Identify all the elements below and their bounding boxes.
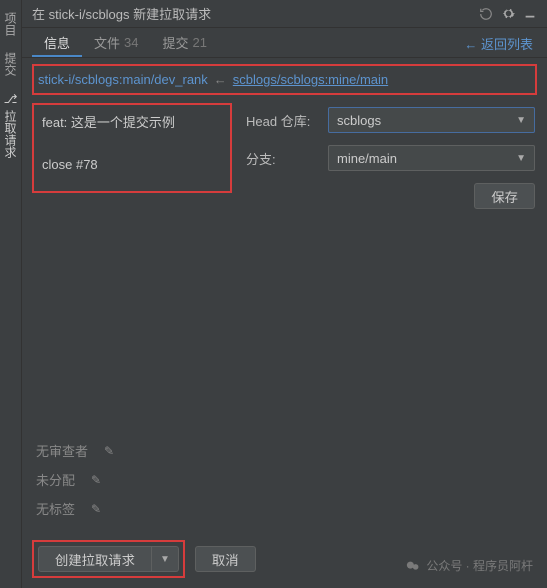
branches-box: stick-i/scblogs:main/dev_rank ← scblogs/…	[32, 64, 537, 95]
tab-count: 21	[193, 35, 207, 50]
gear-icon[interactable]	[497, 3, 519, 25]
save-button[interactable]: 保存	[474, 183, 535, 209]
create-split-button: 创建拉取请求 ▼	[38, 546, 179, 572]
meta-section: 无审查者 ✎ 未分配 ✎ 无标签 ✎	[36, 441, 114, 528]
head-form: Head 仓库: scblogs ▼ 分支: mine/main ▼ 保存	[244, 103, 537, 213]
create-pr-button[interactable]: 创建拉取请求	[38, 546, 152, 572]
panel-title: 在 stick-i/scblogs 新建拉取请求	[28, 4, 475, 23]
source-branch-link[interactable]: scblogs/scblogs:mine/main	[233, 72, 388, 87]
chevron-down-icon: ▼	[160, 554, 170, 565]
tab-count: 34	[124, 35, 138, 50]
reviewers-label: 无审查者	[36, 441, 88, 460]
head-repo-select[interactable]: scblogs ▼	[328, 107, 535, 133]
panel-header: 在 stick-i/scblogs 新建拉取请求	[22, 0, 547, 28]
select-value: mine/main	[337, 151, 397, 166]
pull-request-icon: ⎇	[4, 92, 18, 106]
rail-tab-label: 拉取请求	[2, 110, 19, 158]
create-pr-dropdown[interactable]: ▼	[152, 546, 179, 572]
commit-message-box[interactable]: feat: 这是一个提交示例 close #78	[32, 103, 232, 193]
rail-tab-pull-requests[interactable]: ⎇ 拉取请求	[0, 84, 21, 166]
watermark-text: 公众号 · 程序员阿杆	[426, 557, 533, 574]
edit-reviewers-icon[interactable]: ✎	[104, 444, 114, 458]
tab-info[interactable]: 信息	[32, 28, 82, 57]
assignees-label: 未分配	[36, 470, 75, 489]
message-body: close #78	[42, 155, 222, 176]
chevron-down-icon: ▼	[516, 153, 526, 164]
tab-label: 提交	[163, 33, 189, 52]
cancel-button[interactable]: 取消	[195, 546, 256, 572]
tab-commits[interactable]: 提交 21	[151, 28, 219, 57]
back-to-list-link[interactable]: ← 返回列表	[460, 28, 537, 57]
minimize-icon[interactable]	[519, 3, 541, 25]
branch-select[interactable]: mine/main ▼	[328, 145, 535, 171]
rail-tab-project[interactable]: 项目	[0, 4, 21, 44]
create-highlight-box: 创建拉取请求 ▼	[32, 540, 185, 578]
side-rail: 项目 提交 ⎇ 拉取请求	[0, 0, 22, 588]
watermark: 公众号 · 程序员阿杆	[406, 557, 533, 574]
content-area: stick-i/scblogs:main/dev_rank ← scblogs/…	[22, 58, 547, 588]
head-repo-label: Head 仓库:	[246, 111, 328, 130]
refresh-icon[interactable]	[475, 3, 497, 25]
select-value: scblogs	[337, 113, 381, 128]
edit-assignees-icon[interactable]: ✎	[91, 473, 101, 487]
message-title: feat: 这是一个提交示例	[42, 113, 222, 134]
tab-files[interactable]: 文件 34	[82, 28, 150, 57]
tab-label: 文件	[94, 33, 120, 52]
tab-label: 信息	[44, 33, 70, 52]
arrow-left-icon: ←	[214, 72, 227, 87]
edit-labels-icon[interactable]: ✎	[91, 502, 101, 516]
tabs-row: 信息 文件 34 提交 21 ← 返回列表	[22, 28, 547, 58]
labels-label: 无标签	[36, 499, 75, 518]
chevron-down-icon: ▼	[516, 115, 526, 126]
mid-row: feat: 这是一个提交示例 close #78 Head 仓库: scblog…	[32, 103, 537, 213]
wechat-icon	[406, 559, 420, 573]
rail-tab-commits[interactable]: 提交	[0, 44, 21, 84]
main-panel: 在 stick-i/scblogs 新建拉取请求 信息 文件 34 提交 21 …	[22, 0, 547, 588]
branch-label: 分支:	[246, 149, 328, 168]
dest-branch[interactable]: stick-i/scblogs:main/dev_rank	[38, 72, 208, 87]
